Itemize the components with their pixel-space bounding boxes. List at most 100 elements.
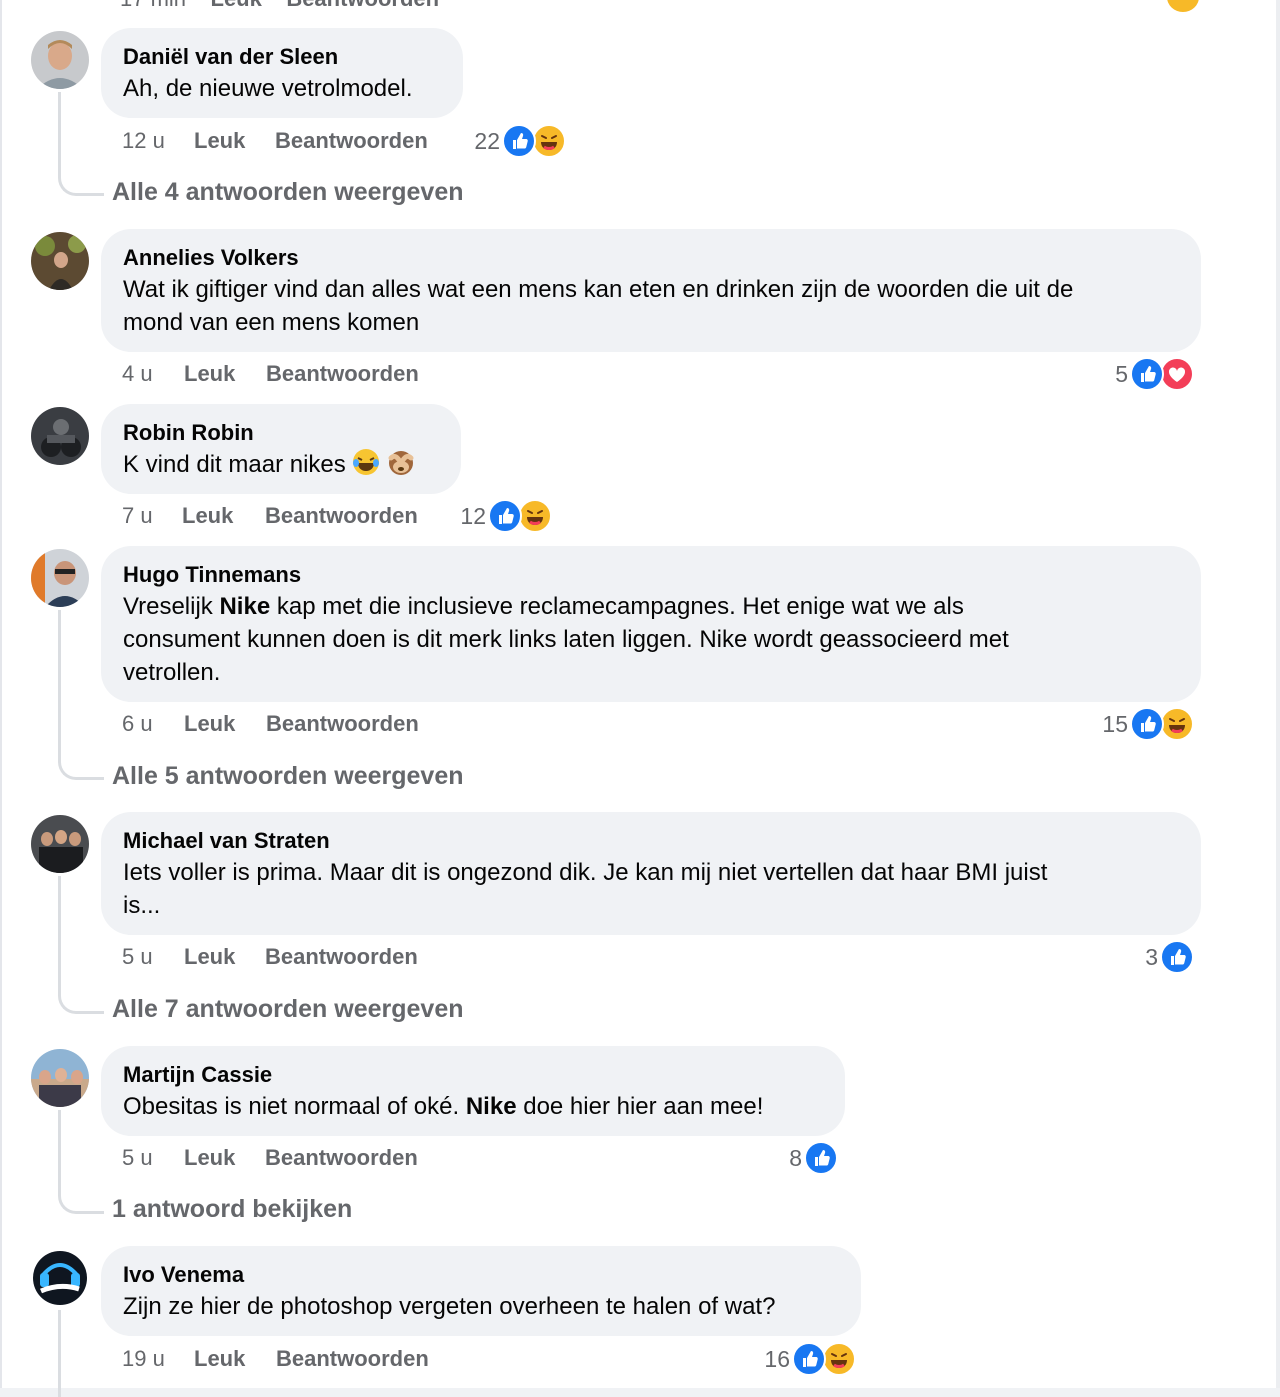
comment-bubble: Hugo Tinnemans Vreselijk Nike kap met di… xyxy=(101,546,1201,702)
reply-button[interactable]: Beantwoorden xyxy=(275,125,428,157)
comment-text: Obesitas is niet normaal of oké. Nike do… xyxy=(123,1090,823,1123)
like-icon xyxy=(1160,940,1194,974)
reaction-summary[interactable]: 12 xyxy=(452,499,560,533)
reply-button[interactable]: Beantwoorden xyxy=(265,941,418,973)
comment-time[interactable]: 5 u xyxy=(122,941,153,973)
comment-author[interactable]: Hugo Tinnemans xyxy=(123,560,1179,590)
view-replies-link[interactable]: Alle 5 antwoorden weergeven xyxy=(112,759,464,793)
thread-curve xyxy=(58,1190,104,1214)
comment-text-line: Iets voller is prima. Maar dit is ongezo… xyxy=(123,859,1048,886)
comment-author[interactable]: Robin Robin xyxy=(123,418,439,448)
thread-curve xyxy=(58,172,104,196)
like-icon xyxy=(792,1342,826,1376)
reply-button[interactable]: Beantwoorden xyxy=(286,0,439,11)
comment-text: Zijn ze hier de photoshop vergeten overh… xyxy=(123,1293,776,1320)
avatar[interactable] xyxy=(31,815,89,873)
comment-author[interactable]: Annelies Volkers xyxy=(123,243,1179,273)
like-button[interactable]: Leuk xyxy=(184,1142,235,1174)
view-replies-link[interactable]: Alle 4 antwoorden weergeven xyxy=(112,175,464,209)
comment-author[interactable]: Michael van Straten xyxy=(123,826,1179,856)
haha-icon xyxy=(1160,707,1194,741)
comment-bubble: Robin Robin K vind dit maar nikes xyxy=(101,404,461,494)
comment-text-line: Vreselijk Nike kap met die inclusieve re… xyxy=(123,590,1179,623)
comment-time: 17 min xyxy=(120,0,186,11)
comment-text-line: consument kunnen doen is dit merk links … xyxy=(123,626,1009,653)
like-button[interactable]: Leuk xyxy=(211,0,262,11)
avatar[interactable] xyxy=(31,1249,89,1307)
reply-button[interactable]: Beantwoorden xyxy=(276,1343,429,1375)
haha-icon xyxy=(822,1342,856,1376)
reply-button[interactable]: Beantwoorden xyxy=(266,708,419,740)
laughing-tears-emoji xyxy=(352,448,380,476)
bottom-border xyxy=(0,1388,1280,1397)
thread-curve xyxy=(58,756,104,780)
like-icon xyxy=(488,499,522,533)
reaction-summary[interactable]: 3 xyxy=(1126,940,1196,974)
comment-author[interactable]: Daniël van der Sleen xyxy=(123,42,441,72)
thread-line xyxy=(58,876,61,990)
avatar[interactable] xyxy=(31,549,89,607)
reaction-summary[interactable]: 5 xyxy=(1096,357,1196,391)
view-replies-link[interactable]: Alle 7 antwoorden weergeven xyxy=(112,992,464,1026)
like-icon xyxy=(1130,707,1164,741)
love-icon xyxy=(1160,357,1194,391)
haha-icon xyxy=(1165,0,1201,14)
reaction-count: 12 xyxy=(460,503,486,529)
reaction-summary[interactable]: 15 xyxy=(1086,707,1196,741)
brand-tag-nike[interactable]: Nike xyxy=(219,593,270,620)
comment-author[interactable]: Ivo Venema xyxy=(123,1260,839,1290)
reaction-count: 3 xyxy=(1145,944,1158,970)
like-button[interactable]: Leuk xyxy=(194,1343,245,1375)
comment-bubble: Martijn Cassie Obesitas is niet normaal … xyxy=(101,1046,845,1136)
comment-text-part: Obesitas is niet normaal of oké. xyxy=(123,1093,466,1120)
like-button[interactable]: Leuk xyxy=(194,125,245,157)
like-icon xyxy=(804,1141,838,1175)
comment-bubble: Michael van Straten Iets voller is prima… xyxy=(101,812,1201,935)
like-button[interactable]: Leuk xyxy=(184,358,235,390)
comment-author[interactable]: Martijn Cassie xyxy=(123,1060,823,1090)
comment-text-content: K vind dit maar nikes xyxy=(123,451,346,478)
reaction-summary[interactable]: 22 xyxy=(462,124,570,158)
reaction-count: 22 xyxy=(474,128,500,154)
reaction-count: 5 xyxy=(1115,361,1128,387)
avatar[interactable] xyxy=(31,31,89,89)
comment-bubble: Daniël van der Sleen Ah, de nieuwe vetro… xyxy=(101,28,463,118)
comment-time[interactable]: 12 u xyxy=(122,125,165,157)
comment-time[interactable]: 7 u xyxy=(122,500,153,532)
comment-bubble: Annelies Volkers Wat ik giftiger vind da… xyxy=(101,229,1201,352)
comment-text: K vind dit maar nikes xyxy=(123,448,439,481)
comment-text-line: vetrollen. xyxy=(123,659,221,686)
reaction-summary[interactable]: 16 xyxy=(750,1342,858,1376)
comment-time[interactable]: 19 u xyxy=(122,1343,165,1375)
avatar[interactable] xyxy=(31,232,89,290)
like-button[interactable]: Leuk xyxy=(184,708,235,740)
thread-line xyxy=(58,92,61,172)
brand-tag-nike[interactable]: Nike xyxy=(466,1093,517,1120)
comment-text-part: doe hier hier aan mee! xyxy=(516,1093,764,1120)
avatar[interactable] xyxy=(31,407,89,465)
thread-line xyxy=(58,1110,61,1190)
reply-button[interactable]: Beantwoorden xyxy=(265,500,418,532)
view-replies-link[interactable]: 1 antwoord bekijken xyxy=(112,1192,352,1226)
reaction-summary[interactable]: 8 xyxy=(768,1141,840,1175)
comment-time[interactable]: 5 u xyxy=(122,1142,153,1174)
comment-text-part: Vreselijk xyxy=(123,593,220,620)
comment-time[interactable]: 4 u xyxy=(122,358,153,390)
like-icon xyxy=(502,124,536,158)
comment-time[interactable]: 6 u xyxy=(122,708,153,740)
like-button[interactable]: Leuk xyxy=(182,500,233,532)
haha-icon xyxy=(532,124,566,158)
left-border xyxy=(0,0,2,1397)
comment-text-line: Wat ik giftiger vind dan alles wat een m… xyxy=(123,276,1074,303)
scrollbar-track[interactable] xyxy=(1276,0,1280,1397)
comment-text-line: mond van een mens komen xyxy=(123,309,420,336)
comment-text: Ah, de nieuwe vetrolmodel. xyxy=(123,75,413,102)
reaction-count: 16 xyxy=(764,1346,790,1372)
reply-button[interactable]: Beantwoorden xyxy=(266,358,419,390)
comment-actions: 19 u Leuk Beantwoorden xyxy=(122,1343,522,1375)
see-no-evil-monkey-emoji xyxy=(387,448,415,476)
like-button[interactable]: Leuk xyxy=(184,941,235,973)
comment-text-line: is... xyxy=(123,892,161,919)
reply-button[interactable]: Beantwoorden xyxy=(265,1142,418,1174)
avatar[interactable] xyxy=(31,1049,89,1107)
